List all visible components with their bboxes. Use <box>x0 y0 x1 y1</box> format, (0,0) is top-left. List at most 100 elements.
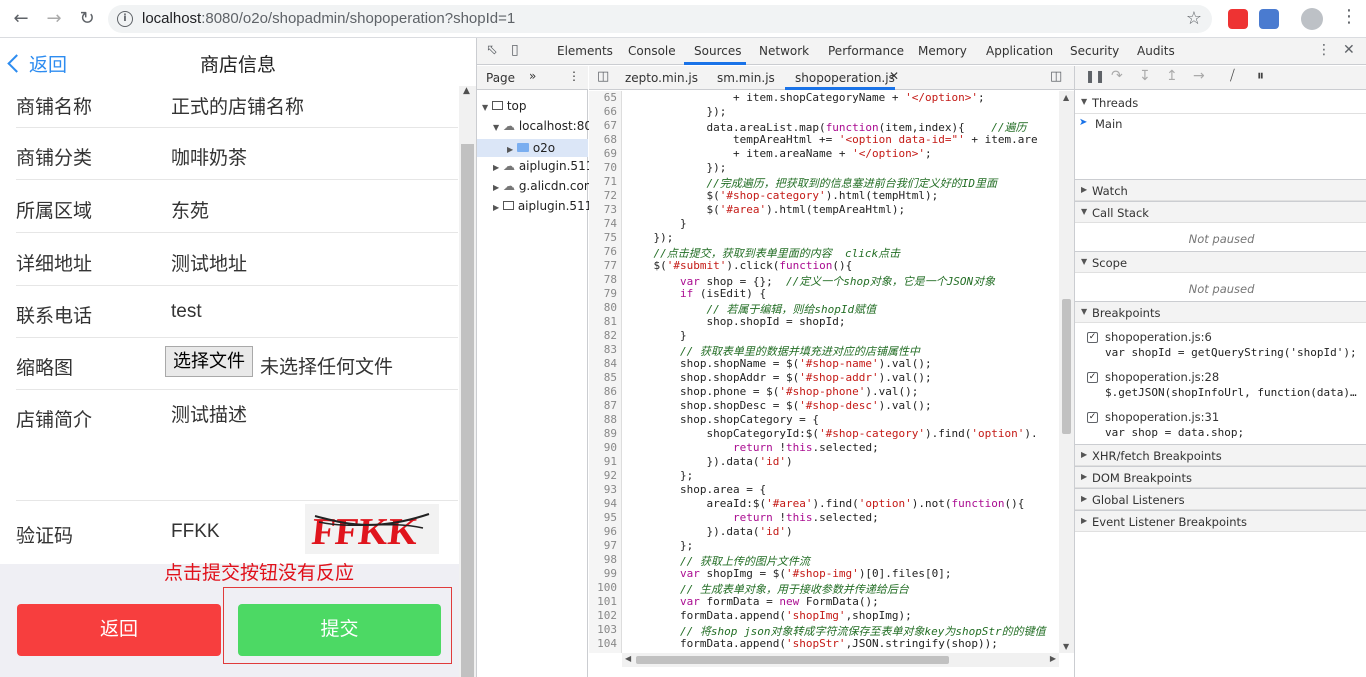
code-line[interactable]: }; <box>627 469 693 482</box>
close-icon[interactable]: ✕ <box>1343 42 1355 58</box>
code-line[interactable]: } <box>627 329 687 342</box>
line-number[interactable]: 67 <box>604 119 617 132</box>
star-icon[interactable]: ☆ <box>1186 8 1202 29</box>
tab-page[interactable]: Page <box>486 71 515 85</box>
choose-file-button[interactable]: 选择文件 <box>165 346 253 377</box>
code-line[interactable]: shop.shopCategory = { <box>627 413 819 426</box>
tab-network[interactable]: Network <box>759 44 809 58</box>
code-line[interactable]: shopCategoryId:$('#shop-category').find(… <box>627 427 1037 440</box>
captcha-image[interactable]: FFKK <box>305 504 439 554</box>
scroll-right-icon[interactable]: ▶ <box>1050 654 1056 663</box>
code-line[interactable]: shop.area = { <box>627 483 766 496</box>
toggle-navigator-icon[interactable]: ◫ <box>597 69 609 84</box>
global-listeners-section[interactable]: ▶ Global Listeners <box>1075 488 1366 510</box>
line-number[interactable]: 78 <box>604 273 617 286</box>
page-scrollbar[interactable]: ▲ <box>459 86 476 677</box>
scroll-left-icon[interactable]: ◀ <box>625 654 631 663</box>
code-line[interactable]: formData.append('shopStr',JSON.stringify… <box>627 637 998 650</box>
back-link[interactable]: 返回 <box>7 50 67 77</box>
line-number[interactable]: 97 <box>604 539 617 552</box>
line-number[interactable]: 84 <box>604 357 617 370</box>
line-number[interactable]: 77 <box>604 259 617 272</box>
scroll-up-icon[interactable]: ▲ <box>1063 93 1069 102</box>
line-number[interactable]: 80 <box>604 301 617 314</box>
breakpoint-item[interactable]: ✓ shopoperation.js:6 var shopId = getQue… <box>1075 328 1366 368</box>
line-number[interactable]: 76 <box>604 245 617 258</box>
line-number[interactable]: 102 <box>597 609 617 622</box>
line-number[interactable]: 79 <box>604 287 617 300</box>
menu-icon[interactable]: ⋮ <box>1340 6 1358 27</box>
more-options-icon[interactable]: ⋮ <box>1317 42 1331 58</box>
line-number[interactable]: 70 <box>604 161 617 174</box>
code-line[interactable]: } <box>627 217 687 230</box>
scrollbar-thumb[interactable] <box>461 144 474 677</box>
line-number[interactable]: 85 <box>604 371 617 384</box>
line-number[interactable]: 98 <box>604 553 617 566</box>
line-number[interactable]: 72 <box>604 189 617 202</box>
scrollbar-thumb[interactable] <box>636 656 949 664</box>
code-line[interactable]: + item.areaName + '</option>'; <box>627 147 932 160</box>
breakpoint-checkbox[interactable]: ✓ <box>1087 412 1098 423</box>
code-line[interactable]: shop.shopAddr = $('#shop-addr').val(); <box>627 371 932 384</box>
code-line[interactable]: $('#area').html(tempAreaHtml); <box>627 203 905 216</box>
editor-horizontal-scrollbar[interactable]: ◀ ▶ <box>622 653 1059 667</box>
address-bar[interactable]: i localhost:8080/o2o/shopadmin/shopopera… <box>108 5 1212 33</box>
tab-memory[interactable]: Memory <box>918 44 967 58</box>
code-line[interactable]: tempAreaHtml += '<option data-id="' + it… <box>627 133 1038 146</box>
tree-item-localhost[interactable]: ▼ ☁ localhost:80 <box>493 119 592 133</box>
arrow-right-icon[interactable]: → <box>42 7 66 31</box>
line-number[interactable]: 88 <box>604 413 617 426</box>
step-icon[interactable]: → <box>1193 68 1205 84</box>
code-line[interactable]: $('#shop-category').html(tempHtml); <box>627 189 938 202</box>
step-over-icon[interactable]: ↷ <box>1111 68 1123 84</box>
code-line[interactable]: }); <box>627 231 673 244</box>
tab-application[interactable]: Application <box>986 44 1053 58</box>
line-number[interactable]: 92 <box>604 469 617 482</box>
line-number[interactable]: 82 <box>604 329 617 342</box>
line-number[interactable]: 99 <box>604 567 617 580</box>
threads-section[interactable]: ▼ Threads <box>1075 92 1366 114</box>
line-number[interactable]: 100 <box>597 581 617 594</box>
tree-item-alicdn[interactable]: ▶ ☁ g.alicdn.con <box>493 179 591 193</box>
thread-main[interactable]: Main <box>1095 117 1122 131</box>
shop-name-input[interactable]: 正式的店铺名称 <box>171 92 304 119</box>
shop-addr-input[interactable]: 测试地址 <box>171 249 247 276</box>
info-icon[interactable]: i <box>117 11 133 27</box>
code-content[interactable]: + item.shopCategoryName + '</option>'; }… <box>627 91 1057 653</box>
tree-item-o2o[interactable]: ▶ o2o <box>477 139 588 157</box>
xhr-breakpoints-section[interactable]: ▶ XHR/fetch Breakpoints <box>1075 444 1366 466</box>
tab-sources[interactable]: Sources <box>694 44 741 58</box>
breakpoint-item[interactable]: ✓ shopoperation.js:28 $.getJSON(shopInfo… <box>1075 368 1366 408</box>
tree-item-aiplugin-frame[interactable]: ▶ aiplugin.511 <box>493 199 592 213</box>
pause-on-exceptions-icon[interactable]: ⏸ <box>1257 68 1264 84</box>
line-number[interactable]: 104 <box>597 637 617 650</box>
scrollbar-thumb[interactable] <box>1062 299 1071 434</box>
line-number[interactable]: 89 <box>604 427 617 440</box>
shop-desc-textarea[interactable]: 测试描述 <box>171 400 247 427</box>
editor-vertical-scrollbar[interactable]: ▲ ▼ <box>1059 91 1074 653</box>
line-number[interactable]: 83 <box>604 343 617 356</box>
tab-console[interactable]: Console <box>628 44 676 58</box>
line-number[interactable]: 86 <box>604 385 617 398</box>
code-line[interactable]: + item.shopCategoryName + '</option>'; <box>627 91 985 104</box>
code-line[interactable]: shop.phone = $('#shop-phone').val(); <box>627 385 918 398</box>
code-line[interactable]: return !this.selected; <box>627 441 879 454</box>
code-line[interactable]: shop.shopId = shopId; <box>627 315 845 328</box>
breakpoint-item[interactable]: ✓ shopoperation.js:31 var shop = data.sh… <box>1075 408 1366 448</box>
arrow-left-icon[interactable]: ← <box>9 7 33 31</box>
avatar[interactable] <box>1301 8 1323 30</box>
extension-icon[interactable] <box>1259 9 1279 29</box>
step-into-icon[interactable]: ↧ <box>1139 68 1151 84</box>
code-line[interactable]: }).data('id') <box>627 455 792 468</box>
scroll-up-icon[interactable]: ▲ <box>463 86 470 96</box>
tree-item-top[interactable]: ▼ top <box>482 99 526 113</box>
editor-tab-sm[interactable]: sm.min.js <box>717 71 775 85</box>
line-number[interactable]: 90 <box>604 441 617 454</box>
deactivate-breakpoints-icon[interactable]: ⧸ <box>1230 68 1235 84</box>
tab-performance[interactable]: Performance <box>828 44 904 58</box>
code-line[interactable]: return !this.selected; <box>627 511 879 524</box>
line-number[interactable]: 69 <box>604 147 617 160</box>
event-listener-breakpoints-section[interactable]: ▶ Event Listener Breakpoints <box>1075 510 1366 532</box>
url-text[interactable]: localhost:8080/o2o/shopadmin/shopoperati… <box>142 10 515 27</box>
breakpoint-checkbox[interactable]: ✓ <box>1087 332 1098 343</box>
